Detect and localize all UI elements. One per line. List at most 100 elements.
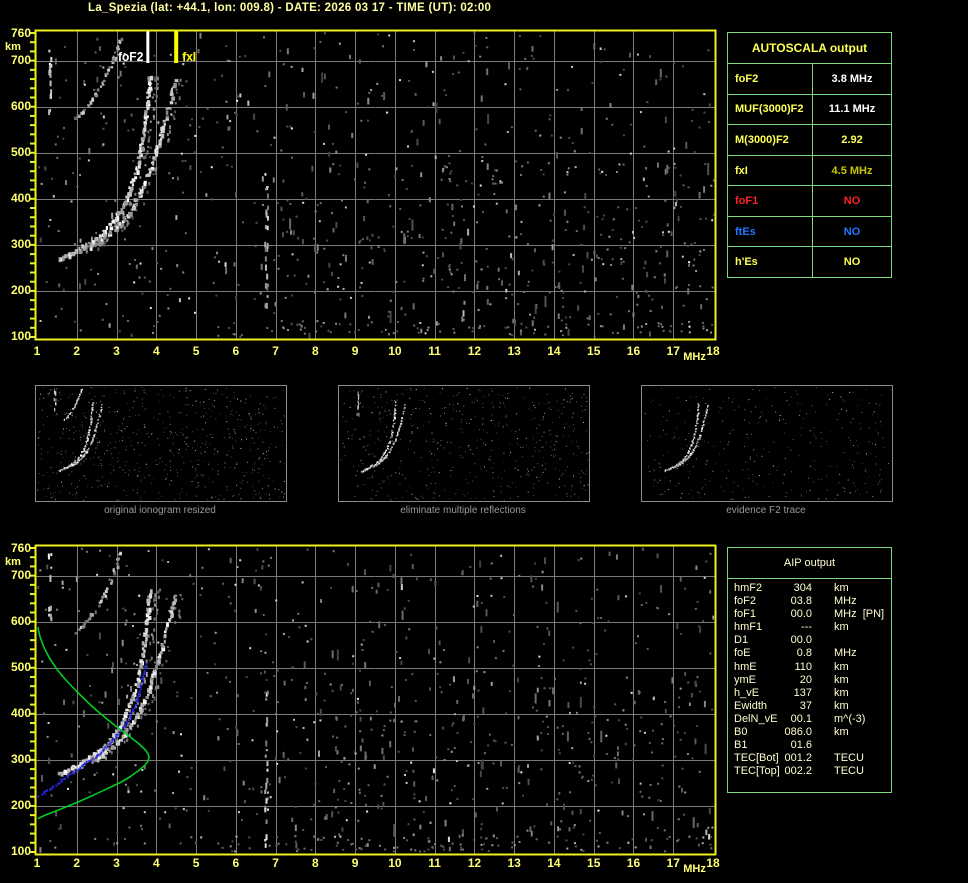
aip-row: ymE 20 km	[728, 674, 891, 687]
autoscala-row: M(3000)F2 2.92	[728, 125, 891, 156]
aip-row-label: hmF2	[734, 582, 763, 594]
y-tick-label: 760	[10, 540, 31, 555]
thumbnail-caption-evidence: evidence F2 trace	[726, 505, 806, 516]
y-tick-label: 700	[10, 53, 31, 68]
aip-row-value: 001.2	[784, 752, 812, 765]
x-tick-label: 17	[666, 856, 680, 870]
x-tick-label: 4	[152, 856, 160, 870]
autoscala-row-label: foF1	[728, 186, 813, 216]
x-tick-label: 12	[467, 344, 482, 358]
x-tick-label: 14	[547, 344, 561, 358]
autoscala-row: foF1 NO	[728, 186, 891, 217]
aip-row-value: 00.1	[790, 712, 812, 725]
aip-rows: hmF2 304 km foF2 03.8 MHz foF1 00.0 MHz [PN] hmF1…	[728, 579, 891, 778]
aip-row-unit	[812, 634, 891, 647]
x-tick-label: 7	[272, 344, 279, 358]
aip-row-value: 0.8	[796, 647, 812, 660]
aip-row-label: Ewidth	[734, 699, 768, 712]
aip-row-unit: TECU	[834, 752, 864, 765]
aip-row-unit: MHz [PN]	[834, 608, 885, 621]
x-tick-label: 8	[312, 344, 319, 358]
y-tick-label: 100	[10, 329, 31, 344]
y-tick-label: 600	[10, 614, 31, 629]
x-tick-label: 17	[666, 344, 680, 358]
aip-row-unit: km	[834, 673, 849, 686]
aip-row: TEC[Bot] 001.2 TECU	[728, 752, 891, 765]
y-tick-label: 760	[10, 25, 31, 40]
x-tick-label: 5	[192, 856, 200, 870]
aip-row: hmF2 304 km	[728, 582, 891, 595]
autoscala-row: ftEs NO	[728, 216, 891, 248]
aip-row-label: h_vE	[734, 686, 760, 699]
x-tick-label: 1	[33, 856, 41, 870]
aip-row-value: 110	[794, 660, 812, 673]
aip-row-unit: m^(-3)	[834, 712, 866, 725]
x-tick-label: 3	[113, 344, 120, 358]
aip-row-unit: MHz	[834, 595, 857, 608]
aip-row-label: TEC[Top]	[734, 765, 780, 778]
y-tick-label: 700	[10, 568, 31, 583]
aip-row: hmF1 --- km	[728, 621, 891, 634]
autoscala-row-value: NO	[843, 225, 861, 238]
x-axis-unit-label: MHz	[683, 863, 706, 875]
aip-row-label: TEC[Bot]	[734, 752, 779, 765]
autoscala-rows: foF2 3.8 MHz MUF(3000)F2 11.1 MHz M(3000)F2 2…	[728, 64, 891, 278]
autoscala-row-value: 3.8 MHz	[831, 72, 873, 85]
autoscala-row-label: h'Es	[728, 247, 813, 278]
x-tick-label: 9	[351, 344, 359, 358]
y-tick-label: 500	[10, 145, 31, 160]
x-tick-label: 6	[232, 856, 240, 870]
x-tick-label: 12	[467, 856, 482, 870]
x-tick-label: 10	[388, 856, 402, 870]
x-tick-label: 14	[547, 856, 561, 870]
aip-row-unit	[812, 739, 891, 752]
aip-output-panel: AIP output hmF2 304 km foF2 03.8 MHz foF1 00.0 M…	[727, 547, 892, 793]
aip-row: foE 0.8 MHz	[728, 647, 891, 660]
thumbnail-evidence-f2-trace	[641, 385, 893, 502]
y-tick-label: 600	[10, 99, 31, 114]
y-tick-label: 200	[10, 798, 31, 813]
aip-row-unit: km	[834, 621, 849, 634]
autoscala-output-panel: AUTOSCALA output foF2 3.8 MHz MUF(3000)F2 1…	[727, 32, 892, 278]
x-tick-label: 7	[272, 856, 279, 870]
autoscala-row-value: 4.5 MHz	[831, 164, 873, 177]
y-tick-label: 400	[10, 706, 31, 721]
aip-row: foF1 00.0 MHz [PN]	[728, 608, 891, 621]
aip-row-label: B0	[734, 726, 748, 739]
x-tick-label: 8	[312, 856, 319, 870]
autoscala-row-label: M(3000)F2	[728, 125, 813, 155]
aip-row: DelN_vE 00.1 m^(-3)	[728, 713, 891, 726]
thumbnail-caption-original: original ionogram resized	[104, 505, 216, 516]
aip-row: foF2 03.8 MHz	[728, 595, 891, 608]
aip-row-unit: km	[834, 582, 849, 594]
aip-row-value: 137	[793, 686, 812, 699]
aip-row: TEC[Top] 002.2 TECU	[728, 765, 891, 778]
aip-row-label: foE	[734, 647, 751, 660]
x-axis-unit-label: MHz	[683, 351, 706, 363]
aip-row-value: 086.0	[784, 726, 812, 739]
ionogram-main-plot	[28, 28, 720, 343]
aip-row-value: 20	[799, 673, 812, 686]
x-tick-label: 3	[113, 856, 120, 870]
autoscala-row: foF2 3.8 MHz	[728, 64, 891, 95]
aip-row: h_vE 137 km	[728, 687, 891, 700]
aip-row-unit: TECU	[834, 765, 864, 778]
aip-row-label: hmE	[734, 660, 757, 673]
x-tick-label: 11	[428, 856, 441, 870]
x-tick-label: 11	[428, 344, 441, 358]
x-tick-label: 6	[232, 344, 240, 358]
aip-row-value: 00.0	[790, 608, 812, 621]
thumbnail-original-ionogram	[35, 385, 287, 502]
x-tick-label: 10	[388, 344, 402, 358]
y-tick-label: 300	[10, 752, 31, 767]
x-tick-label: 16	[626, 856, 641, 870]
x-tick-label: 15	[587, 344, 601, 358]
aip-row-value: 304	[793, 582, 812, 594]
aip-output-header: AIP output	[728, 548, 891, 579]
aip-row-value: 01.6	[790, 739, 812, 752]
x-tick-label: 2	[73, 856, 81, 870]
aip-row-unit: km	[834, 660, 849, 673]
thumbnail-caption-eliminate: eliminate multiple reflections	[400, 505, 526, 516]
page-title: La_Spezia (lat: +44.1, lon: 009.8) - DAT…	[88, 2, 492, 14]
autoscala-row-label: ftEs	[728, 216, 813, 247]
